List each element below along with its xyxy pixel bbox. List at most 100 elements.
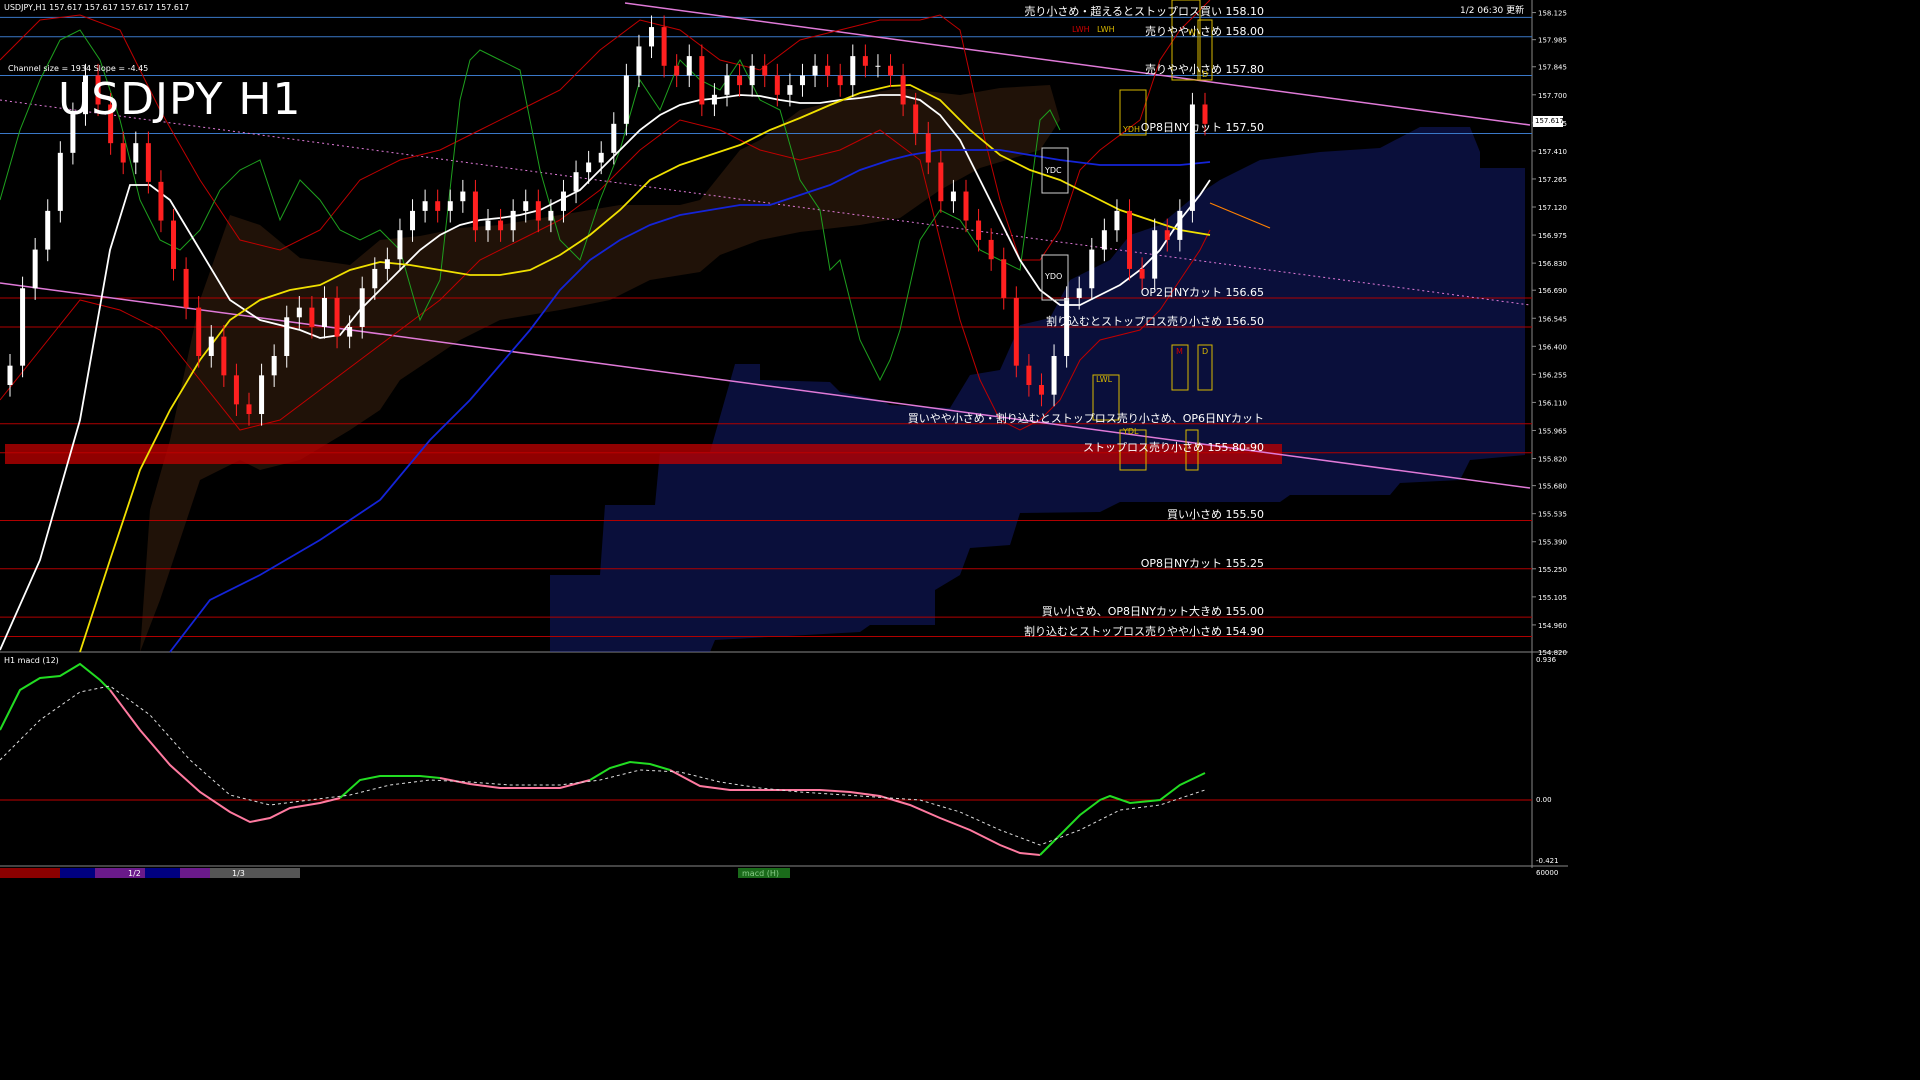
macd-line-green-3	[589, 760, 671, 781]
price-level-label: 買い小さめ、OP8日NYカット大きめ 155.00	[1041, 605, 1264, 619]
box-label-w: W	[1188, 28, 1196, 37]
bottom-tab-2[interactable]: 1/3	[232, 869, 245, 878]
macd-bottom-label: -0.421	[1536, 857, 1559, 865]
candle-body	[384, 259, 390, 269]
candle-body	[1164, 230, 1170, 240]
box-label-m: M	[1176, 347, 1183, 356]
bottom-indicator-label[interactable]: macd (H)	[742, 869, 779, 878]
bottom-tab-bar	[0, 868, 790, 878]
candle-body	[573, 172, 579, 192]
y-tick-label: 155.105	[1538, 594, 1567, 602]
candle-body	[837, 75, 843, 86]
y-tick-label: 156.545	[1538, 315, 1567, 323]
candle-body	[460, 191, 466, 202]
candle-body	[674, 65, 680, 76]
macd-zero-label: 0.00	[1536, 796, 1552, 804]
candle-body	[535, 201, 541, 221]
candle-body	[711, 94, 717, 105]
candle-body	[925, 133, 931, 163]
box-label-lwh: LWH	[1072, 25, 1090, 34]
price-level-label: 売り小さめ・超えるとストップロス買い 158.10	[1024, 5, 1264, 19]
candle-body	[447, 201, 453, 211]
chart-canvas: 158.125157.985157.845157.700157.555157.4…	[0, 0, 1568, 878]
candle-body	[410, 210, 416, 231]
candle-body	[321, 297, 327, 327]
candle-body	[774, 75, 780, 95]
y-tick-label: 157.265	[1538, 176, 1567, 184]
candle-body	[7, 365, 13, 386]
y-tick-label: 157.700	[1538, 92, 1567, 100]
candle-body	[661, 27, 667, 66]
candle-body	[309, 307, 315, 327]
macd-signal	[0, 685, 1206, 846]
candle-body	[862, 56, 868, 66]
candle-body	[699, 56, 705, 105]
macd-title: H1 macd (12)	[4, 656, 59, 665]
price-level-label: OP8日NYカット 155.25	[1140, 556, 1264, 570]
candle-body	[749, 65, 755, 86]
candle-body	[799, 75, 805, 86]
y-tick-label: 155.535	[1538, 511, 1567, 519]
candle-body	[20, 288, 26, 366]
box-label-lwl: LWL	[1096, 375, 1113, 384]
candle-body	[32, 249, 38, 289]
y-tick-label: 157.845	[1538, 64, 1567, 72]
candle-body	[485, 220, 491, 231]
candle-body	[686, 56, 692, 76]
candle-body	[963, 191, 969, 221]
macd-line-pink	[109, 689, 341, 824]
price-level-label: 買いやや小さめ・割り込むとストップロス売り小さめ、OP6日NYカット	[907, 411, 1264, 425]
candle-body	[913, 104, 919, 134]
candle-body	[1127, 210, 1133, 269]
box-label-ydo: YDO	[1045, 272, 1063, 281]
candle-body	[422, 201, 428, 211]
bottom-tab-1[interactable]: 1/2	[128, 869, 141, 878]
candle-body	[347, 326, 353, 337]
y-tick-label: 156.690	[1538, 287, 1567, 295]
candle-body	[938, 162, 944, 202]
candle-body	[233, 375, 239, 405]
macd-line-pink-2	[439, 777, 591, 789]
candle-body	[359, 288, 365, 327]
bottom-right-value: 60000	[1536, 869, 1559, 877]
candle-body	[560, 191, 566, 211]
macd-line-green-4	[1039, 772, 1206, 856]
candle-body	[598, 152, 604, 163]
box-label-ydc: YDC	[1045, 166, 1062, 175]
y-tick-label: 157.985	[1538, 37, 1567, 45]
candle-body	[875, 65, 881, 67]
candle-body	[586, 162, 592, 173]
candle-body	[133, 143, 139, 163]
price-axis: 158.125157.985157.845157.700157.555157.4…	[1532, 10, 1567, 657]
candle-body	[988, 239, 994, 260]
y-tick-label: 154.960	[1538, 622, 1567, 630]
candle-body	[510, 210, 516, 231]
price-level-label: 割り込むとストップロス売りやや小さめ 154.90	[1024, 624, 1264, 638]
candle-body	[1152, 230, 1158, 279]
candle-body	[1139, 268, 1145, 279]
price-level-label: OP8日NYカット 157.50	[1140, 121, 1264, 135]
y-tick-label: 155.390	[1538, 539, 1567, 547]
y-tick-label: 156.255	[1538, 371, 1567, 379]
macd-line	[0, 662, 111, 731]
candle-body	[1177, 210, 1183, 240]
candle-body	[221, 336, 227, 376]
candle-body	[623, 75, 629, 124]
candle-body	[888, 65, 894, 76]
candle-body	[435, 201, 441, 211]
candle-body	[57, 152, 63, 211]
y-tick-label: 155.965	[1538, 427, 1567, 435]
symbol-info: USDJPY,H1 157.617 157.617 157.617 157.61…	[4, 3, 190, 12]
candle-body	[158, 181, 164, 221]
candle-body	[284, 317, 290, 356]
y-tick-label: 155.250	[1538, 566, 1567, 574]
candle-body	[636, 46, 642, 76]
candle-body	[1089, 249, 1095, 289]
candle-body	[246, 404, 252, 415]
y-tick-label: 157.120	[1538, 204, 1567, 212]
price-level-label: 売りやや小さめ 158.00	[1145, 24, 1264, 38]
macd-top-label: 0.936	[1536, 656, 1557, 664]
candle-body	[1076, 288, 1082, 298]
price-level-label: ストップロス売り小さめ 155.80-90	[1083, 440, 1264, 454]
candle-body	[548, 210, 554, 221]
